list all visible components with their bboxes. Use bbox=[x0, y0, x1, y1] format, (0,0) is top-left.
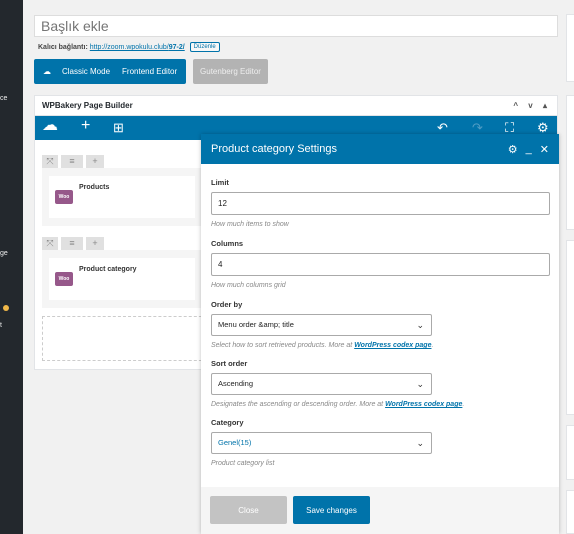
order-by-help-end: . bbox=[431, 342, 434, 349]
admin-sidebar: ce ge t bbox=[0, 0, 23, 534]
order-by-help-text: Select how to sort retrieved products. M… bbox=[211, 342, 355, 349]
permalink-label: Kalıcı bağlantı: bbox=[38, 43, 88, 51]
order-by-label: Order by bbox=[211, 300, 243, 309]
vc-row: ⤧ ≡ + Woo Products bbox=[42, 154, 202, 226]
sort-order-select[interactable]: Ascending ⌄ bbox=[211, 373, 432, 395]
element-title: Product category bbox=[79, 266, 137, 273]
sort-order-help-end: . bbox=[462, 401, 465, 408]
box-collapse-controls[interactable]: ^ v ▴ bbox=[513, 101, 551, 110]
sort-order-help-text: Designates the ascending or descending o… bbox=[211, 401, 386, 408]
woocommerce-icon: Woo bbox=[55, 272, 73, 286]
close-button[interactable]: Close bbox=[210, 496, 287, 524]
empty-row-dropzone[interactable] bbox=[42, 316, 212, 361]
row-controls: ⤧ ≡ + bbox=[42, 236, 202, 250]
settings-modal: Product category Settings ⚙ _ ✕ Limit Ho… bbox=[201, 134, 559, 534]
category-select[interactable]: Genel(15) ⌄ bbox=[211, 432, 432, 454]
modal-body: Limit How much items to show Columns How… bbox=[201, 164, 559, 467]
columns-label: Columns bbox=[211, 239, 244, 248]
save-changes-button[interactable]: Save changes bbox=[293, 496, 370, 524]
notification-dot bbox=[3, 305, 9, 311]
order-by-value: Menu order &amp; title bbox=[218, 320, 294, 329]
woocommerce-icon: Woo bbox=[55, 190, 73, 204]
drag-handle-icon[interactable]: ≡ bbox=[61, 154, 83, 168]
codex-link[interactable]: WordPress codex page bbox=[385, 401, 462, 408]
add-column-icon[interactable]: + bbox=[86, 154, 104, 168]
post-title-input[interactable] bbox=[34, 15, 558, 37]
editor-mode-bar: ☁ Classic Mode Frontend Editor bbox=[34, 59, 186, 84]
modal-title: Product category Settings bbox=[211, 143, 337, 155]
side-metabox bbox=[566, 14, 574, 82]
sort-order-help: Designates the ascending or descending o… bbox=[211, 401, 549, 408]
row-body: Woo Products bbox=[42, 168, 202, 226]
order-by-help: Select how to sort retrieved products. M… bbox=[211, 342, 549, 349]
wpbakery-cloud-icon[interactable]: ☁ bbox=[42, 118, 58, 134]
modal-controls: ⚙ _ ✕ bbox=[508, 143, 549, 156]
category-value: Genel(15) bbox=[218, 438, 252, 447]
order-by-select[interactable]: Menu order &amp; title ⌄ bbox=[211, 314, 432, 336]
permalink-link[interactable]: http://zoom.wpokulu.club/97-2/ bbox=[90, 44, 185, 51]
gutenberg-editor-button[interactable]: Gutenberg Editor bbox=[193, 59, 268, 84]
minimize-icon[interactable]: _ bbox=[526, 143, 532, 156]
element-products[interactable]: Woo Products bbox=[49, 176, 195, 218]
sort-order-value: Ascending bbox=[218, 379, 254, 388]
close-icon[interactable]: ✕ bbox=[540, 143, 549, 156]
element-title: Products bbox=[79, 184, 110, 191]
element-product-category[interactable]: Woo Product category bbox=[49, 258, 195, 300]
edit-permalink-button[interactable]: Düzenle bbox=[189, 42, 220, 52]
gear-icon[interactable]: ⚙ bbox=[508, 143, 518, 156]
category-help: Product category list bbox=[211, 460, 275, 467]
permalink-row: Kalıcı bağlantı: http://zoom.wpokulu.clu… bbox=[38, 42, 220, 52]
sidebar-fragment[interactable]: ge bbox=[0, 250, 8, 257]
limit-input[interactable] bbox=[211, 192, 550, 215]
side-metabox bbox=[566, 425, 574, 480]
row-controls: ⤧ ≡ + bbox=[42, 154, 202, 168]
wpbakery-logo-icon: ☁ bbox=[43, 67, 51, 76]
side-metabox bbox=[566, 95, 574, 230]
frontend-editor-button[interactable]: Frontend Editor bbox=[122, 67, 177, 76]
category-label: Category bbox=[211, 418, 244, 427]
add-column-icon[interactable]: + bbox=[86, 236, 104, 250]
permalink-url-base: http://zoom.wpokulu.club/ bbox=[89, 43, 169, 51]
columns-input[interactable] bbox=[211, 253, 550, 276]
sidebar-fragment[interactable]: ce bbox=[0, 95, 7, 102]
classic-mode-button[interactable]: Classic Mode bbox=[62, 67, 110, 76]
columns-help: How much columns grid bbox=[211, 282, 286, 289]
limit-label: Limit bbox=[211, 178, 229, 187]
move-row-icon[interactable]: ⤧ bbox=[42, 154, 58, 168]
chevron-down-icon: ⌄ bbox=[416, 438, 424, 448]
add-element-icon[interactable]: + bbox=[81, 118, 90, 134]
permalink-slug: 97-2/ bbox=[168, 43, 185, 51]
codex-link[interactable]: WordPress codex page bbox=[354, 342, 431, 349]
modal-header: Product category Settings ⚙ _ ✕ bbox=[201, 134, 559, 164]
vc-row: ⤧ ≡ + Woo Product category bbox=[42, 236, 202, 308]
modal-footer: Close Save changes bbox=[201, 487, 559, 534]
wpbakery-box-header: WPBakery Page Builder ^ v ▴ bbox=[35, 96, 557, 116]
templates-icon[interactable]: ⊞ bbox=[113, 120, 124, 136]
chevron-down-icon: ⌄ bbox=[416, 320, 424, 330]
sort-order-label: Sort order bbox=[211, 359, 248, 368]
move-row-icon[interactable]: ⤧ bbox=[42, 236, 58, 250]
limit-help: How much items to show bbox=[211, 221, 289, 228]
side-metabox bbox=[566, 490, 574, 534]
wpbakery-box-title: WPBakery Page Builder bbox=[42, 101, 133, 110]
row-body: Woo Product category bbox=[42, 250, 202, 308]
sidebar-fragment[interactable]: t bbox=[0, 322, 2, 329]
side-metabox bbox=[566, 240, 574, 415]
chevron-down-icon: ⌄ bbox=[416, 379, 424, 389]
drag-handle-icon[interactable]: ≡ bbox=[61, 236, 83, 250]
